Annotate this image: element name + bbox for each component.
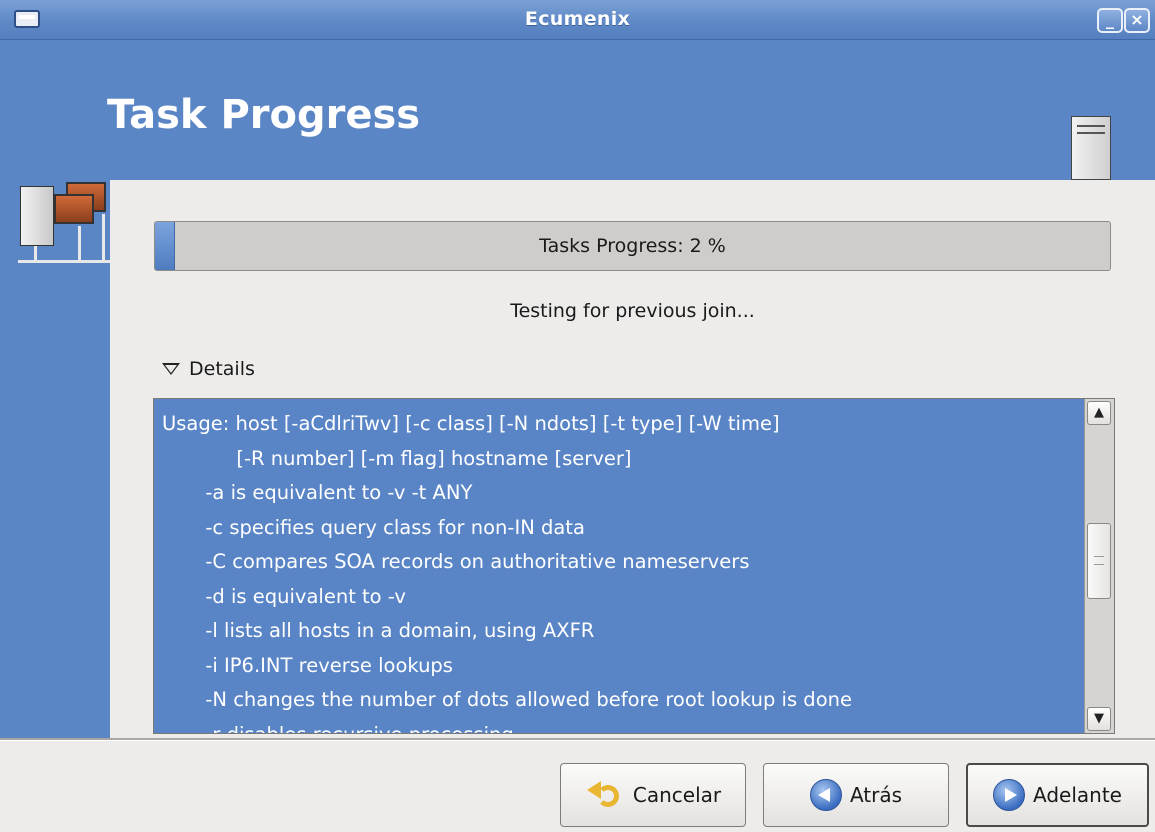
status-text: Testing for previous join... <box>510 300 755 322</box>
log-line: -C compares SOA records on authoritative… <box>162 550 750 573</box>
log-line: -r disables recursive processing <box>162 722 514 734</box>
network-computers-icon <box>18 180 110 275</box>
triangle-down-icon <box>162 363 180 375</box>
log-line: -i IP6.INT reverse lookups <box>162 653 453 677</box>
scroll-down-button[interactable]: ▼ <box>1087 707 1111 731</box>
minimize-button[interactable]: _ <box>1097 8 1123 33</box>
cancel-label: Cancelar <box>632 783 722 807</box>
page-title: Task Progress <box>107 92 421 138</box>
back-label: Atrás <box>849 783 903 807</box>
back-button[interactable]: Atrás <box>763 763 949 827</box>
log-line: -c specifies query class for non-IN data <box>162 515 585 539</box>
close-button[interactable]: × <box>1124 8 1150 33</box>
details-log[interactable]: Usage: host [-aCdlriTwv] [-c class] [-N … <box>153 398 1115 734</box>
header-band: Task Progress <box>0 40 1155 198</box>
window-title: Ecumenix <box>524 8 631 30</box>
log-scrollbar[interactable]: ▲ ▼ <box>1084 399 1114 733</box>
scroll-up-button[interactable]: ▲ <box>1087 401 1111 425</box>
scroll-thumb[interactable] <box>1087 523 1111 599</box>
undo-arrow-icon <box>585 779 625 811</box>
details-expander[interactable]: Details <box>162 358 255 380</box>
log-line: Usage: host [-aCdlriTwv] [-c class] [-N … <box>162 412 780 435</box>
tasks-progress-bar: Tasks Progress: 2 % <box>154 221 1111 271</box>
log-line: -d is equivalent to -v <box>162 584 406 608</box>
log-line: [-R number] [-m flag] hostname [server] <box>162 446 632 470</box>
progress-label: Tasks Progress: 2 % <box>539 235 726 257</box>
log-line: -a is equivalent to -v -t ANY <box>162 481 473 504</box>
content-area: Tasks Progress: 2 % Testing for previous… <box>110 180 1155 738</box>
log-line: -l lists all hosts in a domain, using AX… <box>162 619 595 642</box>
forward-arrow-icon <box>993 779 1026 811</box>
next-label: Adelante <box>1033 783 1122 807</box>
details-label: Details <box>189 358 255 380</box>
log-line: -N changes the number of dots allowed be… <box>162 688 852 711</box>
cancel-button[interactable]: Cancelar <box>560 763 746 827</box>
back-arrow-icon <box>809 779 842 811</box>
footer-divider <box>0 738 1155 741</box>
log-text[interactable]: Usage: host [-aCdlriTwv] [-c class] [-N … <box>162 407 1080 734</box>
title-bar[interactable]: Ecumenix _ × <box>0 0 1155 40</box>
next-button[interactable]: Adelante <box>966 763 1149 827</box>
